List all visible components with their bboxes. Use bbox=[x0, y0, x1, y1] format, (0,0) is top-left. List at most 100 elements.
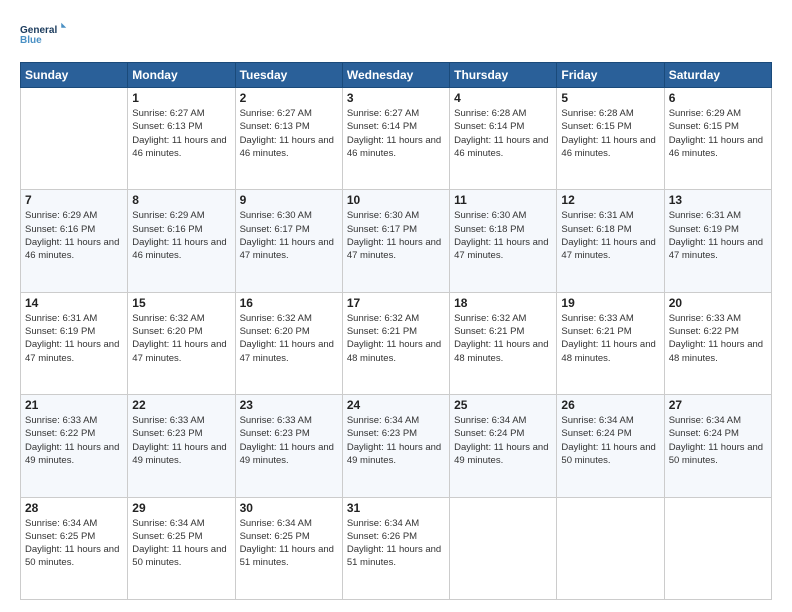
sunrise-label: Sunrise: 6:32 AM bbox=[454, 313, 526, 324]
day-number: 19 bbox=[561, 296, 659, 310]
sunrise-label: Sunrise: 6:30 AM bbox=[240, 210, 312, 221]
sunset-label: Sunset: 6:19 PM bbox=[25, 326, 95, 337]
daylight-label: Daylight: 11 hours and 46 minutes. bbox=[347, 135, 441, 159]
col-header-monday: Monday bbox=[128, 63, 235, 88]
sunset-label: Sunset: 6:16 PM bbox=[25, 224, 95, 235]
day-info: Sunrise: 6:34 AM Sunset: 6:26 PM Dayligh… bbox=[347, 517, 445, 570]
calendar-cell: 5 Sunrise: 6:28 AM Sunset: 6:15 PM Dayli… bbox=[557, 88, 664, 190]
sunrise-label: Sunrise: 6:29 AM bbox=[669, 108, 741, 119]
day-number: 27 bbox=[669, 398, 767, 412]
sunset-label: Sunset: 6:15 PM bbox=[561, 121, 631, 132]
calendar-cell bbox=[21, 88, 128, 190]
day-info: Sunrise: 6:27 AM Sunset: 6:14 PM Dayligh… bbox=[347, 107, 445, 160]
daylight-label: Daylight: 11 hours and 49 minutes. bbox=[25, 442, 119, 466]
daylight-label: Daylight: 11 hours and 46 minutes. bbox=[669, 135, 763, 159]
day-info: Sunrise: 6:30 AM Sunset: 6:18 PM Dayligh… bbox=[454, 209, 552, 262]
sunrise-label: Sunrise: 6:33 AM bbox=[240, 415, 312, 426]
sunrise-label: Sunrise: 6:27 AM bbox=[132, 108, 204, 119]
day-number: 16 bbox=[240, 296, 338, 310]
daylight-label: Daylight: 11 hours and 50 minutes. bbox=[669, 442, 763, 466]
day-number: 24 bbox=[347, 398, 445, 412]
day-number: 2 bbox=[240, 91, 338, 105]
calendar-cell: 12 Sunrise: 6:31 AM Sunset: 6:18 PM Dayl… bbox=[557, 190, 664, 292]
daylight-label: Daylight: 11 hours and 49 minutes. bbox=[454, 442, 548, 466]
daylight-label: Daylight: 11 hours and 46 minutes. bbox=[132, 237, 226, 261]
calendar-cell: 19 Sunrise: 6:33 AM Sunset: 6:21 PM Dayl… bbox=[557, 292, 664, 394]
col-header-wednesday: Wednesday bbox=[342, 63, 449, 88]
logo-svg: General Blue bbox=[20, 16, 70, 52]
day-info: Sunrise: 6:32 AM Sunset: 6:21 PM Dayligh… bbox=[454, 312, 552, 365]
day-info: Sunrise: 6:30 AM Sunset: 6:17 PM Dayligh… bbox=[240, 209, 338, 262]
calendar-cell bbox=[664, 497, 771, 599]
day-number: 20 bbox=[669, 296, 767, 310]
sunset-label: Sunset: 6:21 PM bbox=[561, 326, 631, 337]
calendar-header-row: SundayMondayTuesdayWednesdayThursdayFrid… bbox=[21, 63, 772, 88]
day-number: 30 bbox=[240, 501, 338, 515]
calendar-cell: 18 Sunrise: 6:32 AM Sunset: 6:21 PM Dayl… bbox=[450, 292, 557, 394]
daylight-label: Daylight: 11 hours and 49 minutes. bbox=[240, 442, 334, 466]
day-number: 31 bbox=[347, 501, 445, 515]
sunrise-label: Sunrise: 6:30 AM bbox=[347, 210, 419, 221]
sunset-label: Sunset: 6:23 PM bbox=[240, 428, 310, 439]
daylight-label: Daylight: 11 hours and 49 minutes. bbox=[132, 442, 226, 466]
calendar-cell: 30 Sunrise: 6:34 AM Sunset: 6:25 PM Dayl… bbox=[235, 497, 342, 599]
calendar-cell: 17 Sunrise: 6:32 AM Sunset: 6:21 PM Dayl… bbox=[342, 292, 449, 394]
sunset-label: Sunset: 6:14 PM bbox=[454, 121, 524, 132]
sunrise-label: Sunrise: 6:29 AM bbox=[132, 210, 204, 221]
calendar-cell: 27 Sunrise: 6:34 AM Sunset: 6:24 PM Dayl… bbox=[664, 395, 771, 497]
daylight-label: Daylight: 11 hours and 46 minutes. bbox=[25, 237, 119, 261]
daylight-label: Daylight: 11 hours and 47 minutes. bbox=[454, 237, 548, 261]
sunrise-label: Sunrise: 6:32 AM bbox=[132, 313, 204, 324]
col-header-thursday: Thursday bbox=[450, 63, 557, 88]
sunrise-label: Sunrise: 6:32 AM bbox=[347, 313, 419, 324]
sunset-label: Sunset: 6:20 PM bbox=[132, 326, 202, 337]
sunset-label: Sunset: 6:16 PM bbox=[132, 224, 202, 235]
day-info: Sunrise: 6:34 AM Sunset: 6:25 PM Dayligh… bbox=[240, 517, 338, 570]
day-number: 23 bbox=[240, 398, 338, 412]
day-info: Sunrise: 6:28 AM Sunset: 6:15 PM Dayligh… bbox=[561, 107, 659, 160]
header: General Blue bbox=[20, 16, 772, 52]
day-number: 9 bbox=[240, 193, 338, 207]
sunrise-label: Sunrise: 6:31 AM bbox=[669, 210, 741, 221]
calendar-cell: 2 Sunrise: 6:27 AM Sunset: 6:13 PM Dayli… bbox=[235, 88, 342, 190]
day-info: Sunrise: 6:32 AM Sunset: 6:20 PM Dayligh… bbox=[240, 312, 338, 365]
day-info: Sunrise: 6:27 AM Sunset: 6:13 PM Dayligh… bbox=[240, 107, 338, 160]
calendar-cell: 16 Sunrise: 6:32 AM Sunset: 6:20 PM Dayl… bbox=[235, 292, 342, 394]
daylight-label: Daylight: 11 hours and 50 minutes. bbox=[25, 544, 119, 568]
calendar-cell: 1 Sunrise: 6:27 AM Sunset: 6:13 PM Dayli… bbox=[128, 88, 235, 190]
daylight-label: Daylight: 11 hours and 50 minutes. bbox=[132, 544, 226, 568]
calendar-cell: 6 Sunrise: 6:29 AM Sunset: 6:15 PM Dayli… bbox=[664, 88, 771, 190]
day-number: 4 bbox=[454, 91, 552, 105]
svg-text:Blue: Blue bbox=[20, 35, 42, 46]
sunrise-label: Sunrise: 6:34 AM bbox=[132, 518, 204, 529]
sunset-label: Sunset: 6:24 PM bbox=[561, 428, 631, 439]
day-info: Sunrise: 6:31 AM Sunset: 6:18 PM Dayligh… bbox=[561, 209, 659, 262]
daylight-label: Daylight: 11 hours and 48 minutes. bbox=[669, 339, 763, 363]
daylight-label: Daylight: 11 hours and 46 minutes. bbox=[132, 135, 226, 159]
daylight-label: Daylight: 11 hours and 47 minutes. bbox=[25, 339, 119, 363]
day-info: Sunrise: 6:34 AM Sunset: 6:24 PM Dayligh… bbox=[454, 414, 552, 467]
day-info: Sunrise: 6:29 AM Sunset: 6:16 PM Dayligh… bbox=[132, 209, 230, 262]
day-number: 12 bbox=[561, 193, 659, 207]
calendar-cell bbox=[450, 497, 557, 599]
day-info: Sunrise: 6:33 AM Sunset: 6:21 PM Dayligh… bbox=[561, 312, 659, 365]
sunrise-label: Sunrise: 6:33 AM bbox=[561, 313, 633, 324]
sunset-label: Sunset: 6:15 PM bbox=[669, 121, 739, 132]
sunset-label: Sunset: 6:18 PM bbox=[454, 224, 524, 235]
day-info: Sunrise: 6:34 AM Sunset: 6:23 PM Dayligh… bbox=[347, 414, 445, 467]
day-number: 1 bbox=[132, 91, 230, 105]
day-info: Sunrise: 6:30 AM Sunset: 6:17 PM Dayligh… bbox=[347, 209, 445, 262]
svg-text:General: General bbox=[20, 25, 57, 36]
week-row-5: 28 Sunrise: 6:34 AM Sunset: 6:25 PM Dayl… bbox=[21, 497, 772, 599]
sunset-label: Sunset: 6:24 PM bbox=[454, 428, 524, 439]
day-info: Sunrise: 6:33 AM Sunset: 6:23 PM Dayligh… bbox=[240, 414, 338, 467]
daylight-label: Daylight: 11 hours and 50 minutes. bbox=[561, 442, 655, 466]
day-number: 6 bbox=[669, 91, 767, 105]
day-info: Sunrise: 6:31 AM Sunset: 6:19 PM Dayligh… bbox=[669, 209, 767, 262]
logo: General Blue bbox=[20, 16, 70, 52]
calendar-cell: 31 Sunrise: 6:34 AM Sunset: 6:26 PM Dayl… bbox=[342, 497, 449, 599]
sunrise-label: Sunrise: 6:30 AM bbox=[454, 210, 526, 221]
day-number: 5 bbox=[561, 91, 659, 105]
day-number: 18 bbox=[454, 296, 552, 310]
day-number: 25 bbox=[454, 398, 552, 412]
